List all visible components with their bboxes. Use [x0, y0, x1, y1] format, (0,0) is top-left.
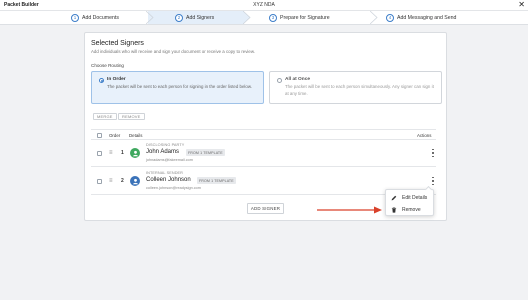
document-title: XYZ NDA: [253, 2, 275, 8]
drag-handle-icon[interactable]: ≡: [109, 150, 113, 156]
trash-icon: [391, 206, 397, 213]
select-all-checkbox[interactable]: [97, 132, 102, 138]
step-add-signers[interactable]: 2 Add Signers: [175, 11, 214, 24]
step-label: Add Messaging and Send: [397, 14, 457, 21]
routing-option-description: The packet will be sent to each person s…: [285, 84, 434, 96]
signer-email: johnadams@fakeemail.com: [146, 158, 193, 162]
menu-item-edit-details[interactable]: Edit Details: [386, 192, 435, 203]
title-bar: Packet Builder XYZ NDA ✕: [0, 0, 528, 11]
signers-table-header: Order Details Actions: [91, 129, 436, 140]
signer-role: INTERNAL SENDER: [146, 171, 184, 175]
routing-option-in-order[interactable]: In Order The packet will be sent to each…: [91, 71, 264, 104]
menu-item-label: Remove: [402, 206, 421, 213]
radio-button[interactable]: [99, 78, 104, 83]
routing-option-description: The packet will be sent to each person f…: [107, 84, 252, 89]
column-details: Details: [129, 133, 143, 138]
table-row: ≡ 1 DISCLOSING PARTY John Adams FROM 1 T…: [91, 140, 436, 167]
routing-option-all-at-once[interactable]: All at Once The packet will be sent to e…: [269, 71, 442, 104]
template-badge: FROM 1 TEMPLATE: [197, 177, 236, 184]
close-icon[interactable]: ✕: [518, 0, 525, 10]
step-separator-icon: [243, 11, 251, 24]
column-actions: Actions: [417, 133, 432, 138]
step-separator-icon: [370, 11, 378, 24]
step-number: 4: [386, 13, 394, 22]
routing-option-title: In Order: [107, 77, 126, 82]
column-order: Order: [109, 133, 121, 138]
user-icon: [130, 176, 140, 186]
drag-handle-icon[interactable]: ≡: [109, 178, 113, 184]
routing-label: Choose Routing: [91, 63, 124, 68]
step-separator-icon: [146, 11, 154, 24]
merge-button[interactable]: MERGE: [93, 113, 117, 120]
panel-title: Selected Signers: [91, 40, 144, 47]
step-label: Add Signers: [186, 14, 215, 21]
routing-option-title: All at Once: [285, 77, 311, 82]
annotation-arrow-icon: [317, 206, 382, 214]
step-label: Prepare for Signature: [280, 14, 330, 21]
step-prepare-for-signature[interactable]: 3 Prepare for Signature: [269, 11, 330, 24]
radio-button[interactable]: [277, 78, 282, 83]
step-label: Add Documents: [82, 14, 119, 21]
step-add-messaging-and-send[interactable]: 4 Add Messaging and Send: [386, 11, 456, 24]
add-signer-button[interactable]: ADD SIGNER: [247, 203, 284, 214]
menu-item-label: Edit Details: [402, 194, 428, 201]
step-number: 3: [269, 13, 277, 22]
step-add-documents[interactable]: 1 Add Documents: [71, 11, 119, 24]
more-actions-icon[interactable]: [430, 148, 436, 158]
step-number: 1: [71, 13, 79, 22]
signer-email: colleen.johnson@readysign.com: [146, 186, 201, 190]
row-checkbox[interactable]: [97, 151, 102, 156]
panel-subtitle: Add individuals who will receive and sig…: [91, 49, 256, 54]
signer-role: DISCLOSING PARTY: [146, 143, 185, 147]
signer-order: 1: [121, 150, 124, 156]
signer-order: 2: [121, 178, 124, 184]
step-number: 2: [175, 13, 183, 22]
user-check-icon: [130, 148, 140, 158]
menu-item-remove[interactable]: Remove: [386, 204, 435, 215]
signer-name: John Adams: [146, 149, 180, 155]
more-actions-icon[interactable]: [430, 176, 436, 186]
pencil-icon: [391, 195, 397, 201]
wizard-stepper: 1 Add Documents 2 Add Signers 3 Prepare …: [0, 11, 528, 25]
remove-button[interactable]: REMOVE: [118, 113, 145, 120]
row-actions-menu: Edit Details Remove: [385, 189, 434, 216]
signer-name: Colleen Johnson: [146, 177, 191, 183]
template-badge: FROM 1 TEMPLATE: [186, 149, 225, 156]
row-checkbox[interactable]: [97, 179, 102, 184]
